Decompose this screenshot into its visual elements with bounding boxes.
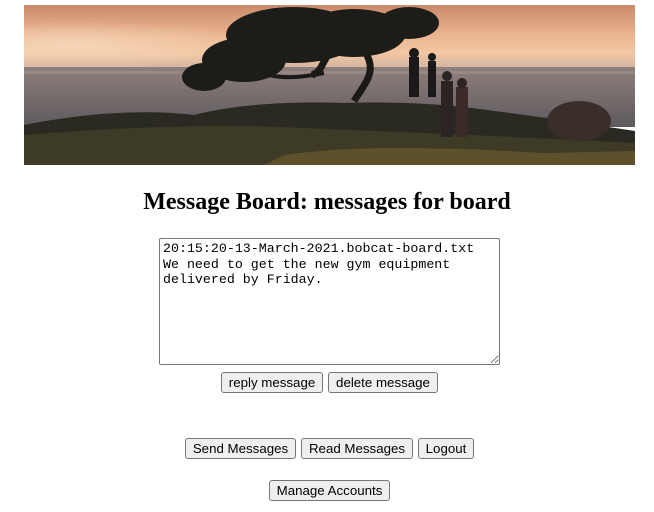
reply-message-button[interactable]: reply message — [221, 372, 323, 393]
manage-accounts-button[interactable]: Manage Accounts — [269, 480, 390, 501]
read-messages-button[interactable]: Read Messages — [301, 438, 413, 459]
message-textarea[interactable] — [159, 238, 500, 365]
sunset-landscape-illustration — [24, 5, 635, 165]
delete-message-button[interactable]: delete message — [328, 372, 438, 393]
logout-button[interactable]: Logout — [418, 438, 474, 459]
page-title: Message Board: messages for board — [143, 189, 511, 215]
send-messages-button[interactable]: Send Messages — [185, 438, 296, 459]
banner-image — [24, 5, 635, 165]
